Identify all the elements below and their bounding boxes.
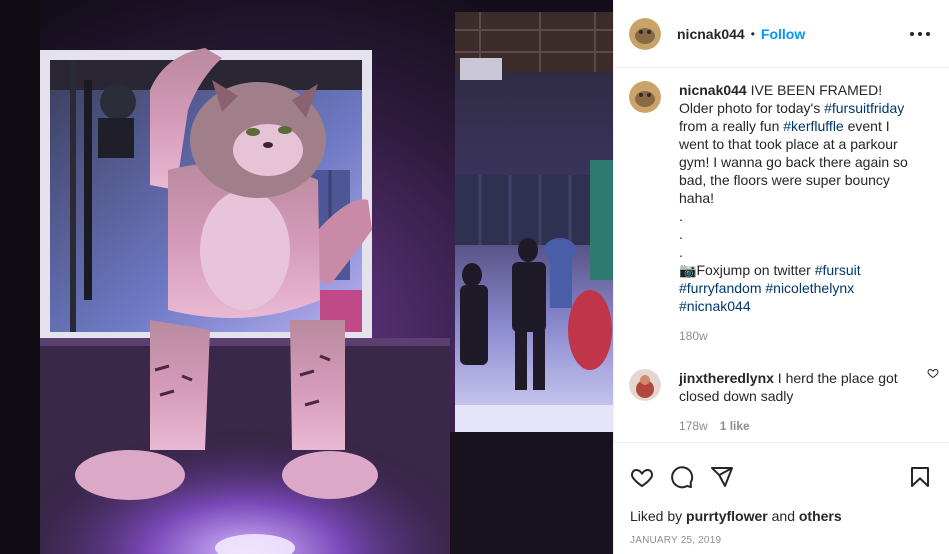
caption-timestamp[interactable]: 180w: [679, 329, 708, 343]
caption-username[interactable]: nicnak044: [679, 82, 747, 98]
liked-by-user[interactable]: purrtyflower: [686, 508, 768, 524]
caption: nicnak044 IVE BEEN FRAMED! Older photo f…: [629, 69, 939, 343]
comment-item: jinxtheredlynx I herd the place got clos…: [629, 357, 939, 433]
share-icon[interactable]: [710, 465, 734, 489]
bookmark-icon[interactable]: [908, 465, 932, 489]
heart-icon[interactable]: [630, 465, 654, 489]
post-image[interactable]: [0, 0, 613, 554]
post-date[interactable]: JANUARY 25, 2019: [630, 535, 721, 546]
commenter-username[interactable]: jinxtheredlynx: [679, 370, 774, 386]
comment-heart-icon[interactable]: [927, 367, 939, 379]
camera-icon: 📷: [679, 262, 697, 278]
caption-meta: 180w: [679, 329, 939, 343]
comment-meta: 178w 1 like: [679, 419, 939, 433]
author-username[interactable]: nicnak044: [677, 26, 745, 42]
author-avatar[interactable]: [629, 17, 661, 50]
comment-text: jinxtheredlynx I herd the place got clos…: [679, 370, 898, 404]
post-sidebar: nicnak044 • Follow nicnak044 IVE BEEN FR…: [613, 0, 949, 554]
hashtag-link[interactable]: #fursuit: [815, 262, 861, 278]
hashtag-link[interactable]: #fursuitfriday: [824, 100, 904, 116]
post-actions: Liked by purrtyflower and others JANUARY…: [614, 442, 949, 554]
comments-list: nicnak044 IVE BEEN FRAMED! Older photo f…: [614, 69, 949, 442]
caption-text: nicnak044 IVE BEEN FRAMED! Older photo f…: [679, 82, 908, 314]
comment-icon[interactable]: [670, 465, 694, 489]
hashtag-link[interactable]: #nicolethelynx: [765, 280, 854, 296]
liked-by-others[interactable]: others: [799, 508, 842, 524]
comment-timestamp[interactable]: 178w: [679, 419, 708, 433]
fursuit-photo: [0, 0, 613, 554]
separator-dot: •: [750, 26, 755, 41]
hashtag-link[interactable]: #nicnak044: [679, 298, 751, 314]
follow-button[interactable]: Follow: [761, 26, 805, 42]
comment-likes[interactable]: 1 like: [720, 419, 750, 433]
post-header: nicnak044 • Follow: [614, 0, 949, 68]
caption-avatar[interactable]: [629, 81, 661, 113]
more-options-icon[interactable]: [910, 24, 930, 44]
hashtag-link[interactable]: #kerfluffle: [783, 118, 843, 134]
hashtag-link[interactable]: #furryfandom: [679, 280, 761, 296]
liked-by: Liked by purrtyflower and others: [630, 508, 842, 524]
commenter-avatar[interactable]: [629, 369, 661, 401]
